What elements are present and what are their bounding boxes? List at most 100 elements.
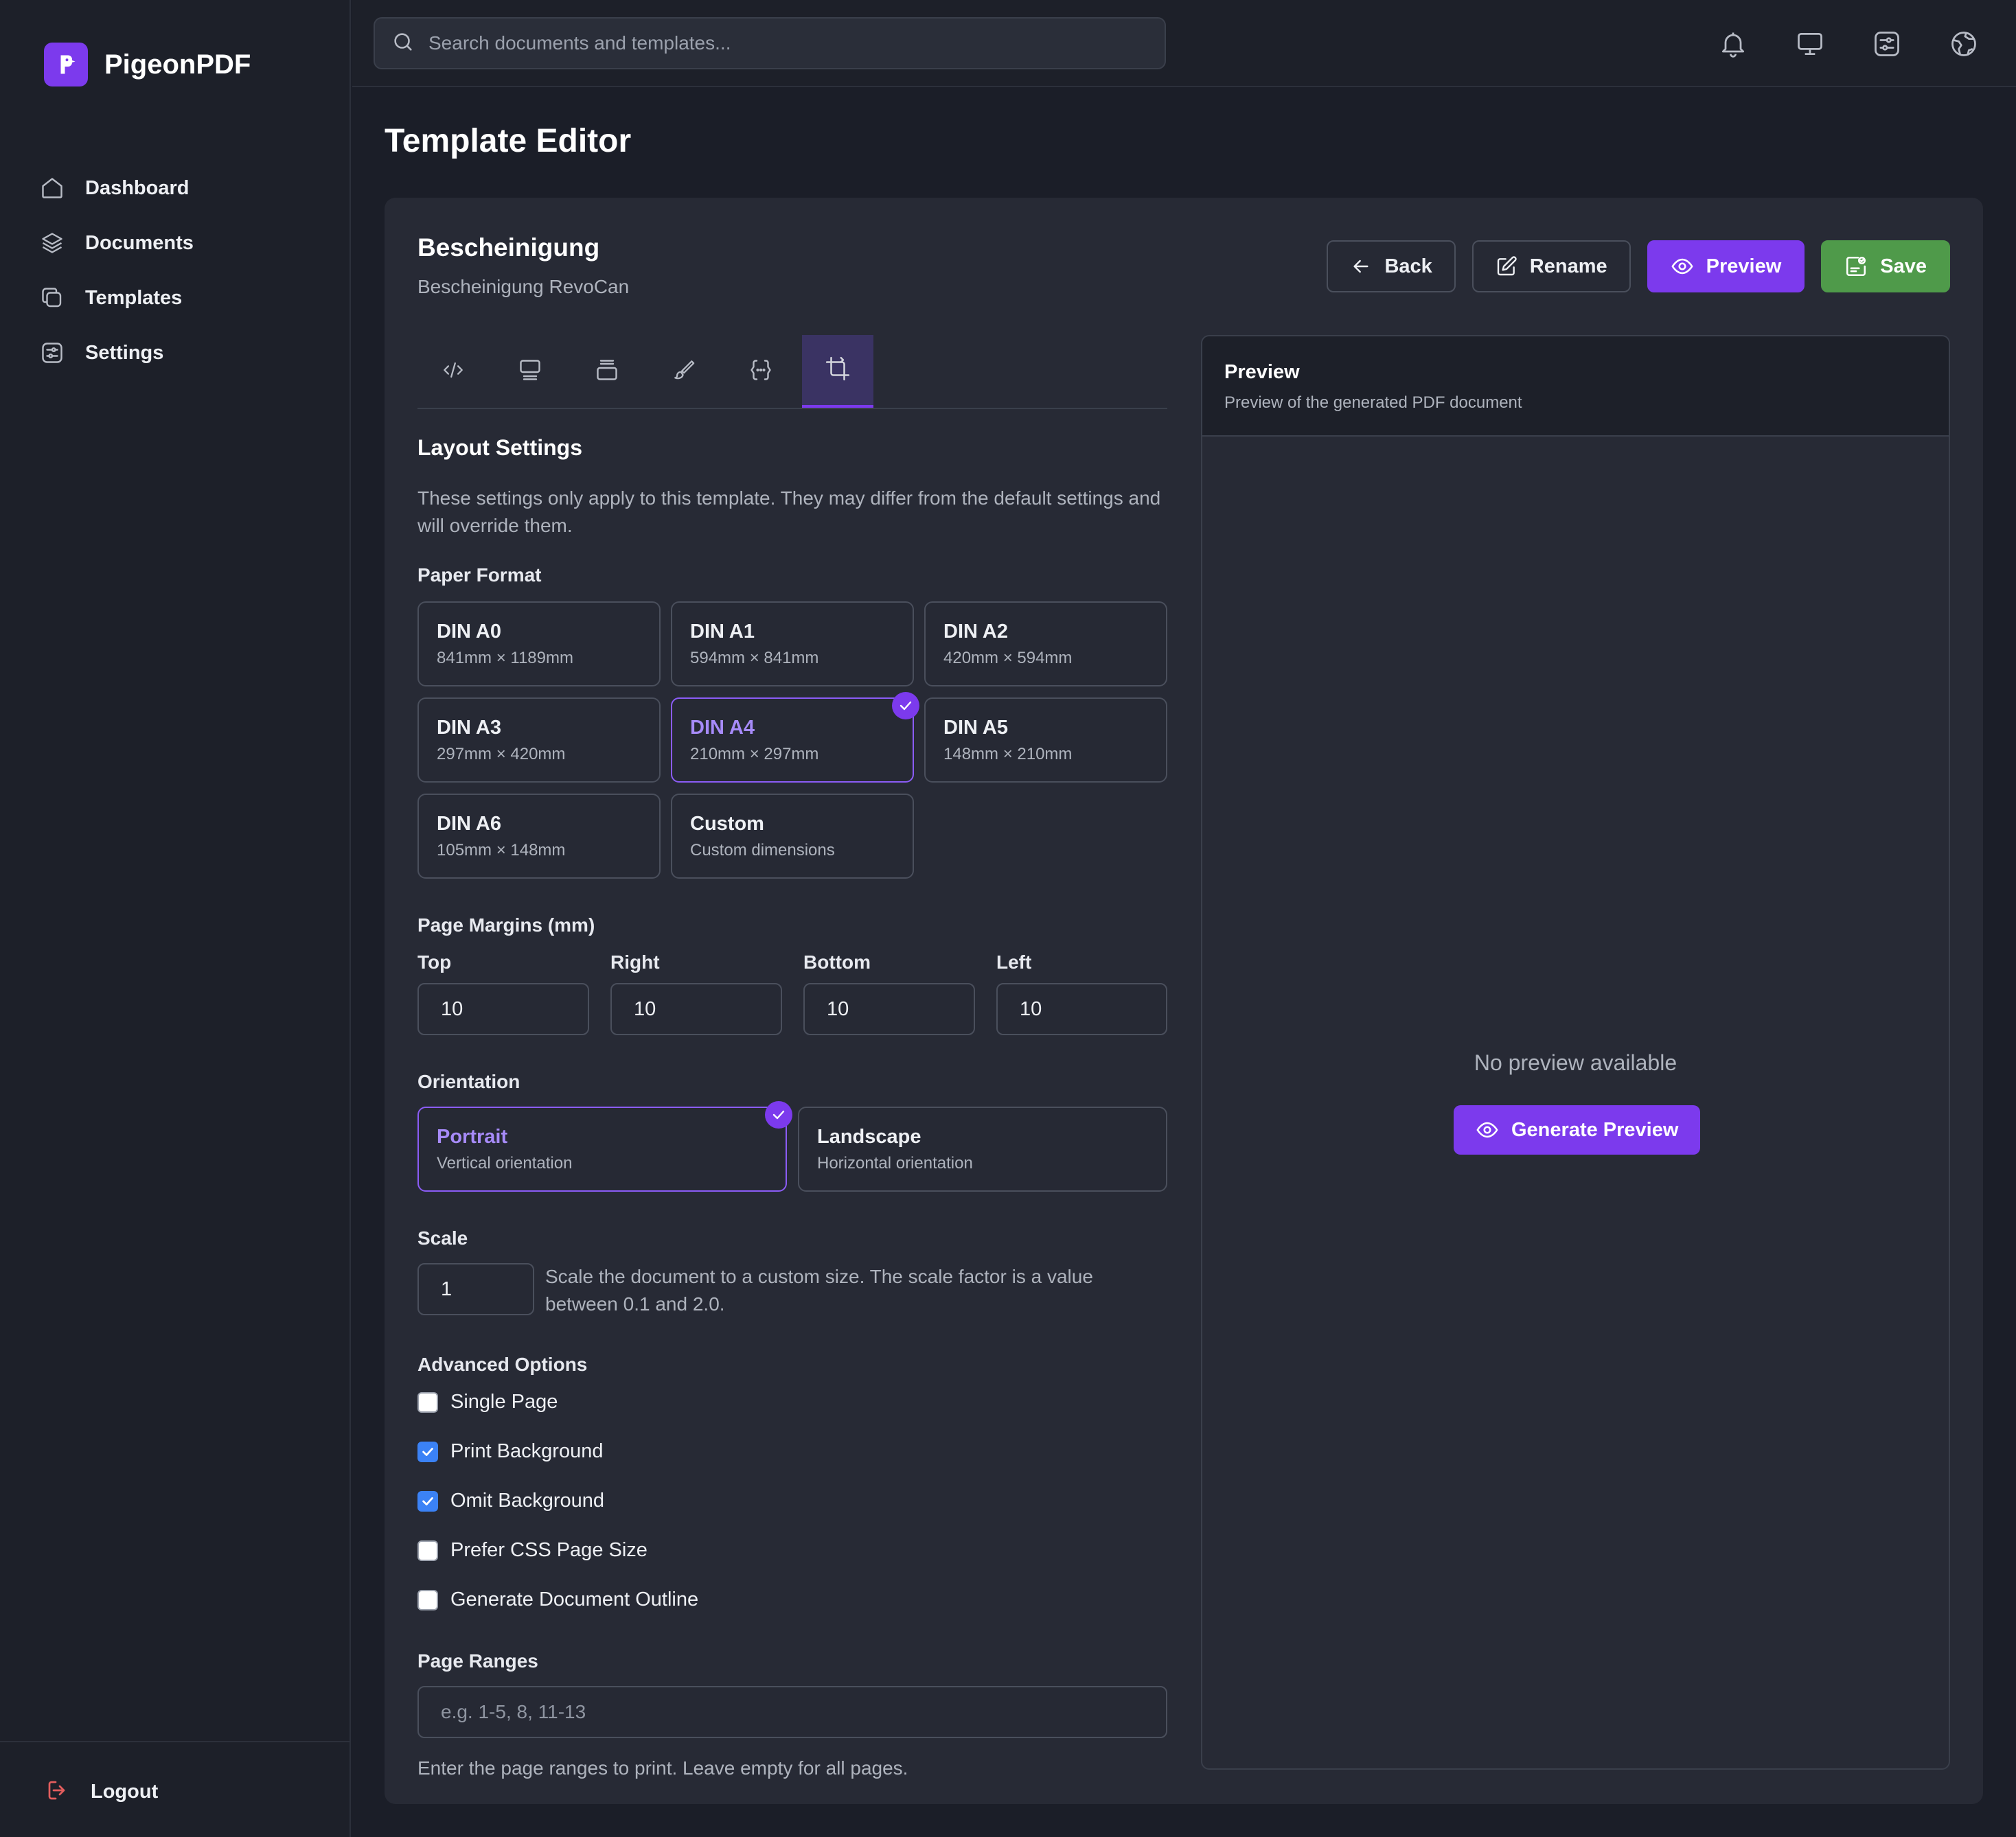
eye-icon <box>1671 255 1694 278</box>
brand[interactable]: PigeonPDF <box>44 43 251 86</box>
sidebar-item-settings[interactable]: Settings <box>38 325 327 380</box>
pigeon-logo-icon <box>44 43 88 86</box>
home-icon <box>38 174 66 202</box>
option-label: Single Page <box>450 1391 558 1413</box>
scale-label: Scale <box>417 1227 468 1249</box>
editor-tabs <box>417 335 1167 409</box>
sidebar-item-documents[interactable]: Documents <box>38 216 327 270</box>
footer-icon <box>595 358 619 386</box>
option-prefer-css-page-size[interactable]: Prefer CSS Page Size <box>417 1539 648 1562</box>
logout-icon <box>45 1778 70 1806</box>
generate-preview-button[interactable]: Generate Preview <box>1454 1105 1701 1155</box>
format-name: DIN A3 <box>437 717 501 739</box>
format-dims: 841mm × 1189mm <box>437 649 573 667</box>
preview-title: Preview <box>1224 361 1300 383</box>
format-name: DIN A6 <box>437 813 501 835</box>
sidebar-footer: Logout <box>0 1741 351 1837</box>
format-option-a1[interactable]: DIN A1 594mm × 841mm <box>671 601 914 686</box>
format-dims: Custom dimensions <box>690 841 835 859</box>
format-option-a0[interactable]: DIN A0 841mm × 1189mm <box>417 601 661 686</box>
orientation-name: Portrait <box>437 1126 508 1148</box>
format-name: DIN A5 <box>943 717 1008 739</box>
code-icon <box>442 358 465 385</box>
page-title: Template Editor <box>385 123 632 159</box>
margin-top-label: Top <box>417 951 452 973</box>
preview-button[interactable]: Preview <box>1647 240 1805 292</box>
option-label: Generate Document Outline <box>450 1588 699 1610</box>
scale-input[interactable] <box>417 1263 534 1315</box>
tab-header[interactable] <box>494 335 566 408</box>
preview-label: Preview <box>1706 255 1782 277</box>
globe-icon[interactable] <box>1945 25 1983 63</box>
selected-check-icon <box>892 692 919 719</box>
checkbox[interactable] <box>417 1490 438 1512</box>
tab-variables[interactable] <box>725 335 797 408</box>
checkbox[interactable] <box>417 1391 438 1413</box>
tab-styles[interactable] <box>648 335 720 408</box>
checkbox[interactable] <box>417 1441 438 1462</box>
option-label: Print Background <box>450 1440 604 1462</box>
page-ranges-help: Enter the page ranges to print. Leave em… <box>417 1757 908 1779</box>
orientation-option-landscape[interactable]: Landscape Horizontal orientation <box>798 1107 1167 1192</box>
sidebar-item-dashboard[interactable]: Dashboard <box>38 161 327 216</box>
format-name: DIN A1 <box>690 621 755 643</box>
orientation-name: Landscape <box>817 1126 921 1148</box>
checkbox[interactable] <box>417 1589 438 1610</box>
orientation-desc: Horizontal orientation <box>817 1154 973 1172</box>
arrow-left-icon <box>1350 255 1372 277</box>
sidebar-item-label: Dashboard <box>85 176 190 199</box>
sidebar-item-label: Documents <box>85 231 194 254</box>
format-option-a5[interactable]: DIN A5 148mm × 210mm <box>924 697 1167 783</box>
search-input[interactable] <box>428 32 1149 54</box>
margin-bottom-label: Bottom <box>803 951 871 973</box>
format-dims: 420mm × 594mm <box>943 649 1073 667</box>
back-button[interactable]: Back <box>1327 240 1456 292</box>
template-name: Bescheinigung <box>417 233 600 262</box>
page-margins-label: Page Margins (mm) <box>417 914 595 936</box>
format-option-a4[interactable]: DIN A4 210mm × 297mm <box>671 692 919 783</box>
brush-icon <box>672 358 696 385</box>
rename-button[interactable]: Rename <box>1471 240 1631 292</box>
option-omit-background[interactable]: Omit Background <box>417 1490 604 1512</box>
preview-panel: Preview Preview of the generated PDF doc… <box>1201 335 1950 1770</box>
margin-bottom-input[interactable] <box>803 983 975 1035</box>
option-print-background[interactable]: Print Background <box>417 1440 603 1463</box>
checkbox[interactable] <box>417 1540 438 1561</box>
orientation-option-portrait[interactable]: Portrait Vertical orientation <box>417 1101 792 1192</box>
margin-left-input[interactable] <box>996 983 1167 1035</box>
save-button[interactable]: Save <box>1821 240 1950 292</box>
option-label: Omit Background <box>450 1490 605 1512</box>
format-option-custom[interactable]: Custom Custom dimensions <box>671 794 914 879</box>
option-single-page[interactable]: Single Page <box>417 1391 558 1413</box>
logout-label: Logout <box>91 1781 159 1803</box>
sidebar-item-templates[interactable]: Templates <box>38 270 327 325</box>
sliders-icon[interactable] <box>1868 25 1906 63</box>
topbar <box>352 0 2016 87</box>
no-preview-text: No preview available <box>1474 1050 1677 1075</box>
sidebar-item-label: Settings <box>85 341 164 364</box>
bell-icon[interactable] <box>1714 25 1752 63</box>
template-editor-card: Bescheinigung Bescheinigung RevoCan Back… <box>385 198 1983 1804</box>
preview-subtitle: Preview of the generated PDF document <box>1224 393 1522 412</box>
search-icon <box>391 30 415 57</box>
monitor-icon[interactable] <box>1791 25 1829 63</box>
page-ranges-input[interactable] <box>417 1686 1167 1738</box>
format-dims: 148mm × 210mm <box>943 745 1073 763</box>
sidebar: PigeonPDF Dashboard Documents Templates … <box>0 0 351 1837</box>
tab-footer[interactable] <box>571 335 643 408</box>
logout-button[interactable]: Logout <box>45 1778 158 1806</box>
tab-layout[interactable] <box>802 335 873 408</box>
margin-right-input[interactable] <box>610 983 782 1035</box>
variables-icon <box>748 358 773 386</box>
layers-icon <box>38 229 66 257</box>
option-generate-outline[interactable]: Generate Document Outline <box>417 1588 698 1611</box>
margin-top-input[interactable] <box>417 983 589 1035</box>
format-option-a2[interactable]: DIN A2 420mm × 594mm <box>924 601 1167 686</box>
format-option-a6[interactable]: DIN A6 105mm × 148mm <box>417 794 661 879</box>
tab-code[interactable] <box>417 335 489 408</box>
selected-check-icon <box>765 1101 792 1129</box>
format-option-a3[interactable]: DIN A3 297mm × 420mm <box>417 697 661 783</box>
layout-icon <box>825 356 851 385</box>
layout-settings-description: These settings only apply to this templa… <box>417 487 1161 536</box>
rename-label: Rename <box>1529 255 1607 277</box>
